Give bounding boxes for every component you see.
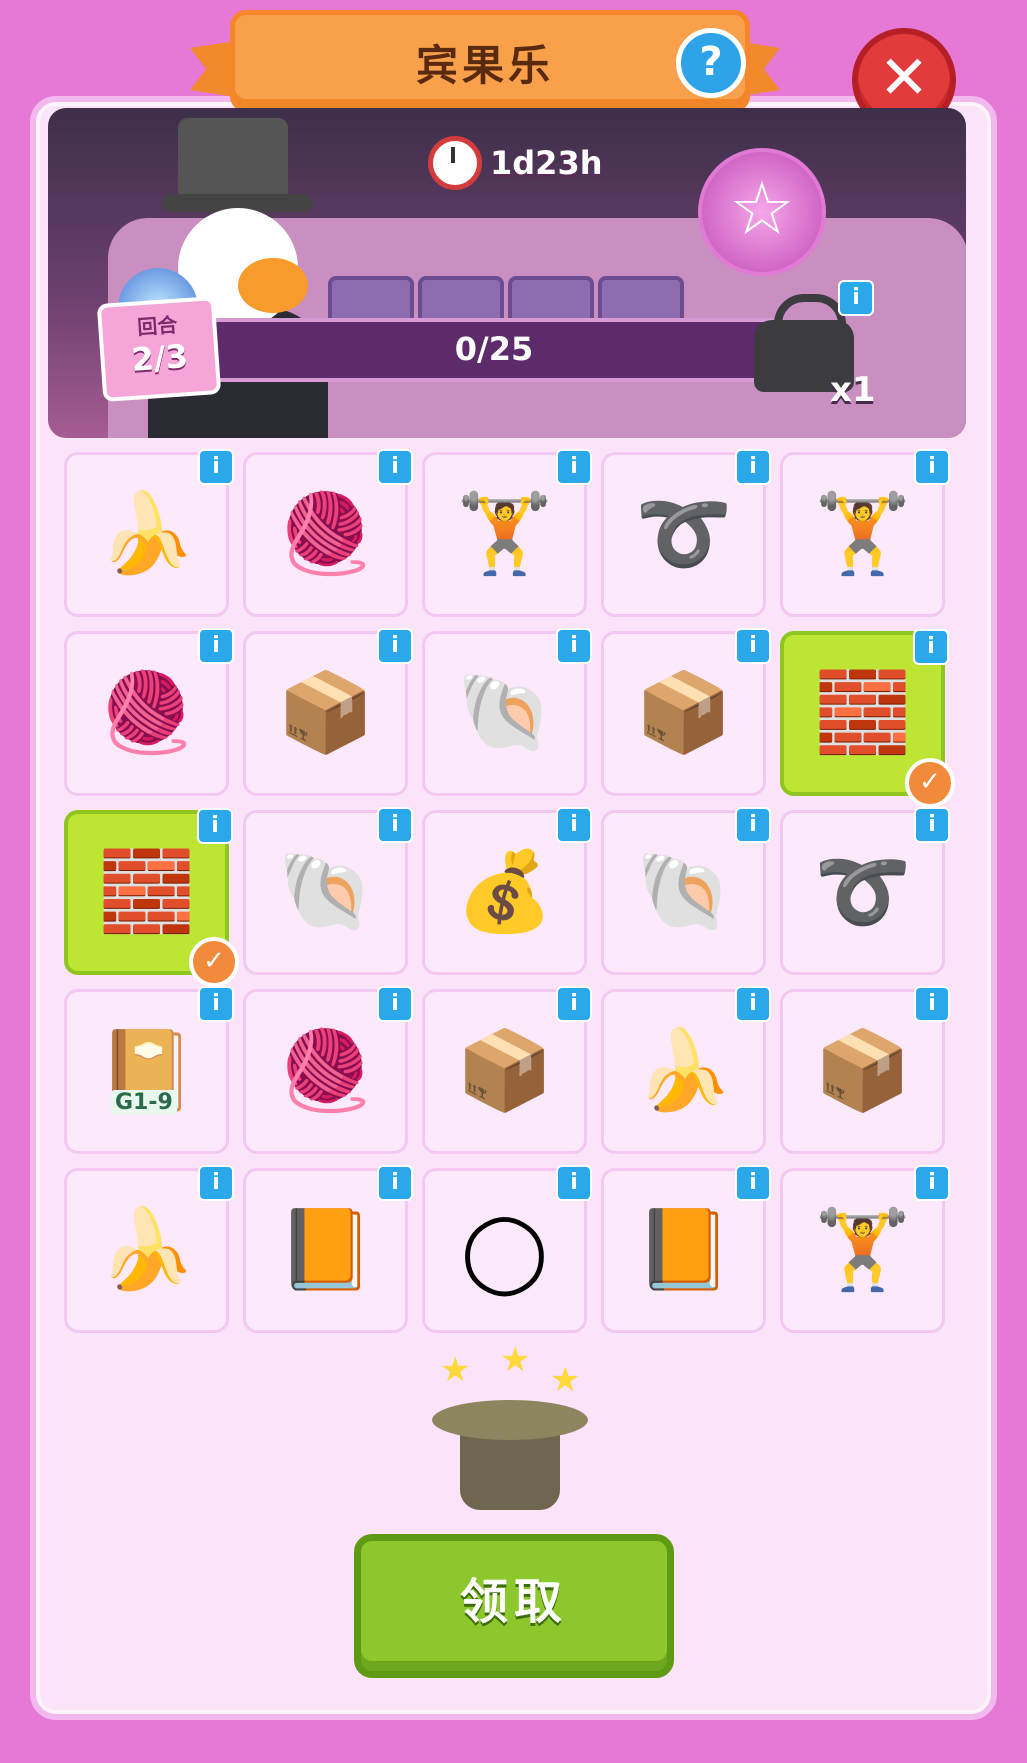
bingo-cell[interactable]: 🍌 i (64, 1165, 234, 1333)
info-icon[interactable]: i (914, 986, 950, 1022)
top-hat-icon (178, 118, 288, 198)
bingo-cell[interactable]: 🐚 i (243, 807, 413, 975)
info-icon[interactable]: i (377, 1165, 413, 1201)
question-icon: ? (699, 39, 723, 85)
bingo-cell[interactable]: 📦 i (243, 628, 413, 796)
info-icon[interactable]: i (556, 449, 592, 485)
timer-text: 1d23h (490, 144, 603, 182)
info-icon[interactable]: i (198, 986, 234, 1022)
event-timer: 1d23h (428, 136, 603, 190)
bag-count: x1 (830, 370, 876, 410)
bingo-cell[interactable]: 📦 i (422, 986, 592, 1154)
duck-beak (238, 258, 308, 313)
progress-bar: 0/25 (210, 318, 778, 382)
magic-hat-reward: ★ ★ ★ (420, 1340, 610, 1530)
bingo-grid: 🍌 i 🧶 i 🏋 i ➰ i 🏋 i 🧶 i 📦 i 🐚 i 📦 i 🧱 i ✓ 🧱 i ✓ 🐚 i 💰 i 🐚 i ➰ i 📔 G1-9 i 🧶 i… (64, 449, 955, 1342)
bingo-cell[interactable]: 📦 i (780, 986, 950, 1154)
progress-text: 0/25 (454, 330, 534, 368)
sparkle-icon: ★ (500, 1340, 531, 1380)
bingo-cell[interactable]: 💰 i (422, 807, 592, 975)
info-icon[interactable]: i (556, 807, 592, 843)
close-icon: ✕ (878, 43, 930, 113)
sparkle-icon: ★ (440, 1350, 471, 1390)
info-icon[interactable]: i (198, 628, 234, 664)
bingo-cell[interactable]: 🧱 i ✓ (780, 629, 955, 808)
magic-hat-brim (432, 1400, 588, 1440)
info-icon[interactable]: i (913, 629, 949, 665)
bingo-cell[interactable]: 📦 i (601, 628, 771, 796)
claim-button[interactable]: 领取 (354, 1534, 674, 1678)
info-icon[interactable]: i (556, 628, 592, 664)
bag-info-icon[interactable]: i (838, 280, 874, 316)
info-icon[interactable]: i (198, 1165, 234, 1201)
help-button[interactable]: ? (676, 28, 746, 98)
info-icon[interactable]: i (377, 986, 413, 1022)
bingo-cell[interactable]: 📔 G1-9 i (64, 986, 234, 1154)
info-icon[interactable]: i (735, 449, 771, 485)
bingo-cell[interactable]: 🏋 i (780, 449, 950, 617)
bingo-cell[interactable]: 🐚 i (601, 807, 771, 975)
clock-icon (428, 136, 482, 190)
info-icon[interactable]: i (914, 807, 950, 843)
item-label: G1-9 (111, 1090, 177, 1115)
bingo-cell[interactable]: 📙 i (243, 1165, 413, 1333)
bingo-cell[interactable]: 🏋 i (422, 449, 592, 617)
info-icon[interactable]: i (735, 1165, 771, 1201)
info-icon[interactable]: i (735, 986, 771, 1022)
star-orb-icon[interactable]: ☆ (698, 148, 826, 276)
info-icon[interactable]: i (377, 628, 413, 664)
bingo-cell[interactable]: ➰ i (601, 449, 771, 617)
checkmark-icon: ✓ (189, 937, 239, 987)
bingo-cell[interactable]: ◯ i (422, 1165, 592, 1333)
bingo-cell[interactable]: 🧱 i ✓ (64, 808, 239, 987)
bingo-cell[interactable]: 🧶 i (64, 628, 234, 796)
info-icon[interactable]: i (377, 449, 413, 485)
info-icon[interactable]: i (735, 807, 771, 843)
bingo-cell[interactable]: 📙 i (601, 1165, 771, 1333)
sparkle-icon: ★ (550, 1360, 581, 1400)
bingo-cell[interactable]: 🐚 i (422, 628, 592, 796)
bingo-cell[interactable]: ➰ i (780, 807, 950, 975)
info-icon[interactable]: i (556, 1165, 592, 1201)
checkmark-icon: ✓ (905, 758, 955, 808)
info-icon[interactable]: i (914, 449, 950, 485)
bingo-cell[interactable]: 🍌 i (601, 986, 771, 1154)
round-badge: 回合 2/3 (96, 296, 222, 402)
bingo-cell[interactable]: 🍌 i (64, 449, 234, 617)
info-icon[interactable]: i (914, 1165, 950, 1201)
info-icon[interactable]: i (556, 986, 592, 1022)
info-icon[interactable]: i (735, 628, 771, 664)
bingo-cell[interactable]: 🏋 i (780, 1165, 950, 1333)
bingo-cell[interactable]: 🧶 i (243, 449, 413, 617)
info-icon[interactable]: i (377, 807, 413, 843)
info-icon[interactable]: i (198, 449, 234, 485)
info-icon[interactable]: i (197, 808, 233, 844)
round-value: 2/3 (130, 337, 189, 379)
bingo-cell[interactable]: 🧶 i (243, 986, 413, 1154)
